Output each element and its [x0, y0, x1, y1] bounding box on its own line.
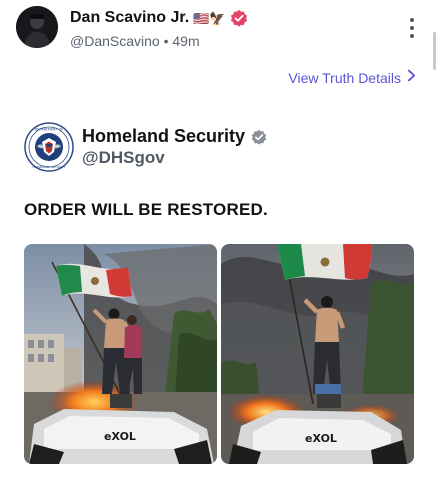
more-vertical-icon[interactable] — [404, 16, 420, 40]
quoted-account-name-line: Homeland Security — [82, 126, 267, 147]
author-emoji: 🇺🇸🦅 — [193, 10, 226, 26]
author-avatar[interactable] — [16, 6, 58, 48]
meta-separator: • — [163, 33, 169, 49]
dhs-seal-icon: DEPARTMENT OF HOMELAND SECURITY — [24, 122, 74, 172]
media-image-2[interactable]: eXOL — [221, 244, 414, 464]
post-timestamp[interactable]: 49m — [172, 33, 199, 49]
media-image-1[interactable]: eXOL — [24, 244, 217, 464]
post-header: Dan Scavino Jr. 🇺🇸🦅 @DanScavino • 49m — [14, 6, 424, 54]
vehicle-text-1: eXOL — [104, 430, 136, 443]
chevron-right-icon — [407, 69, 416, 86]
verified-badge-icon — [230, 9, 248, 27]
verified-badge-icon — [251, 129, 267, 145]
quoted-account-handle[interactable]: @DHSgov — [82, 148, 165, 168]
view-truth-details-label: View Truth Details — [288, 69, 401, 86]
quoted-account-name[interactable]: Homeland Security — [82, 126, 245, 147]
author-block: Dan Scavino Jr. 🇺🇸🦅 @DanScavino • 49m — [70, 8, 248, 49]
vehicle-text-2: eXOL — [305, 432, 337, 445]
dhs-seal-bottom-text: HOMELAND SECURITY — [32, 165, 65, 169]
post-meta: @DanScavino • 49m — [70, 33, 248, 49]
author-handle[interactable]: @DanScavino — [70, 33, 160, 49]
scrollbar[interactable] — [433, 32, 436, 70]
dhs-seal-top-text: DEPARTMENT OF — [35, 128, 64, 132]
view-truth-details-link[interactable]: View Truth Details — [288, 69, 416, 86]
author-name[interactable]: Dan Scavino Jr. — [70, 9, 189, 27]
media-gallery: eXOL eXOL — [24, 244, 414, 464]
post-headline: ORDER WILL BE RESTORED. — [24, 200, 268, 219]
